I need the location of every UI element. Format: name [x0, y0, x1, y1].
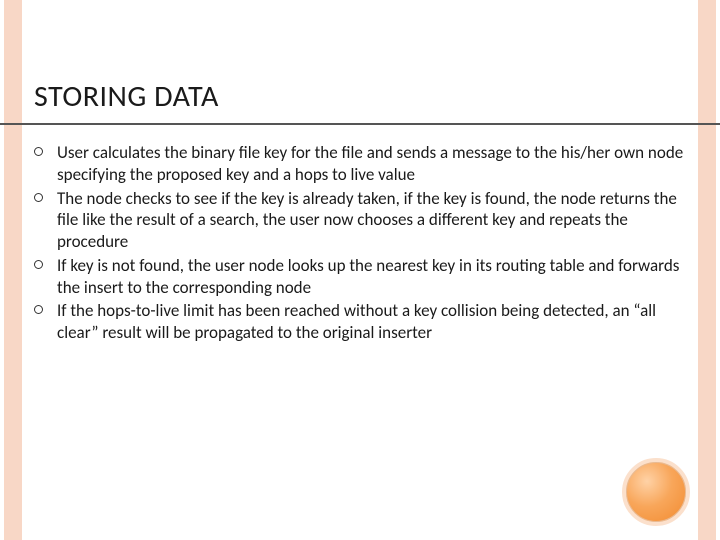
- slide-title: STORING DATA: [34, 78, 219, 115]
- title-underline: [0, 123, 720, 125]
- bullet-text: User calculates the binary file key for …: [57, 142, 686, 186]
- list-item: User calculates the binary file key for …: [34, 142, 686, 186]
- bullet-text: If key is not found, the user node looks…: [57, 255, 686, 299]
- bullet-text: The node checks to see if the key is alr…: [57, 188, 686, 253]
- left-accent-strip: [4, 0, 22, 540]
- slide: STORING DATA User calculates the binary …: [0, 0, 720, 540]
- bullet-text: If the hops-to-live limit has been reach…: [57, 300, 686, 344]
- bullet-icon: [34, 147, 43, 156]
- right-accent-strip: [698, 0, 716, 540]
- list-item: If the hops-to-live limit has been reach…: [34, 300, 686, 344]
- slide-body: User calculates the binary file key for …: [34, 142, 686, 346]
- bullet-icon: [34, 305, 43, 314]
- list-item: If key is not found, the user node looks…: [34, 255, 686, 299]
- bullet-icon: [34, 193, 43, 202]
- decorative-orb-icon: [622, 458, 690, 526]
- list-item: The node checks to see if the key is alr…: [34, 188, 686, 253]
- bullet-icon: [34, 260, 43, 269]
